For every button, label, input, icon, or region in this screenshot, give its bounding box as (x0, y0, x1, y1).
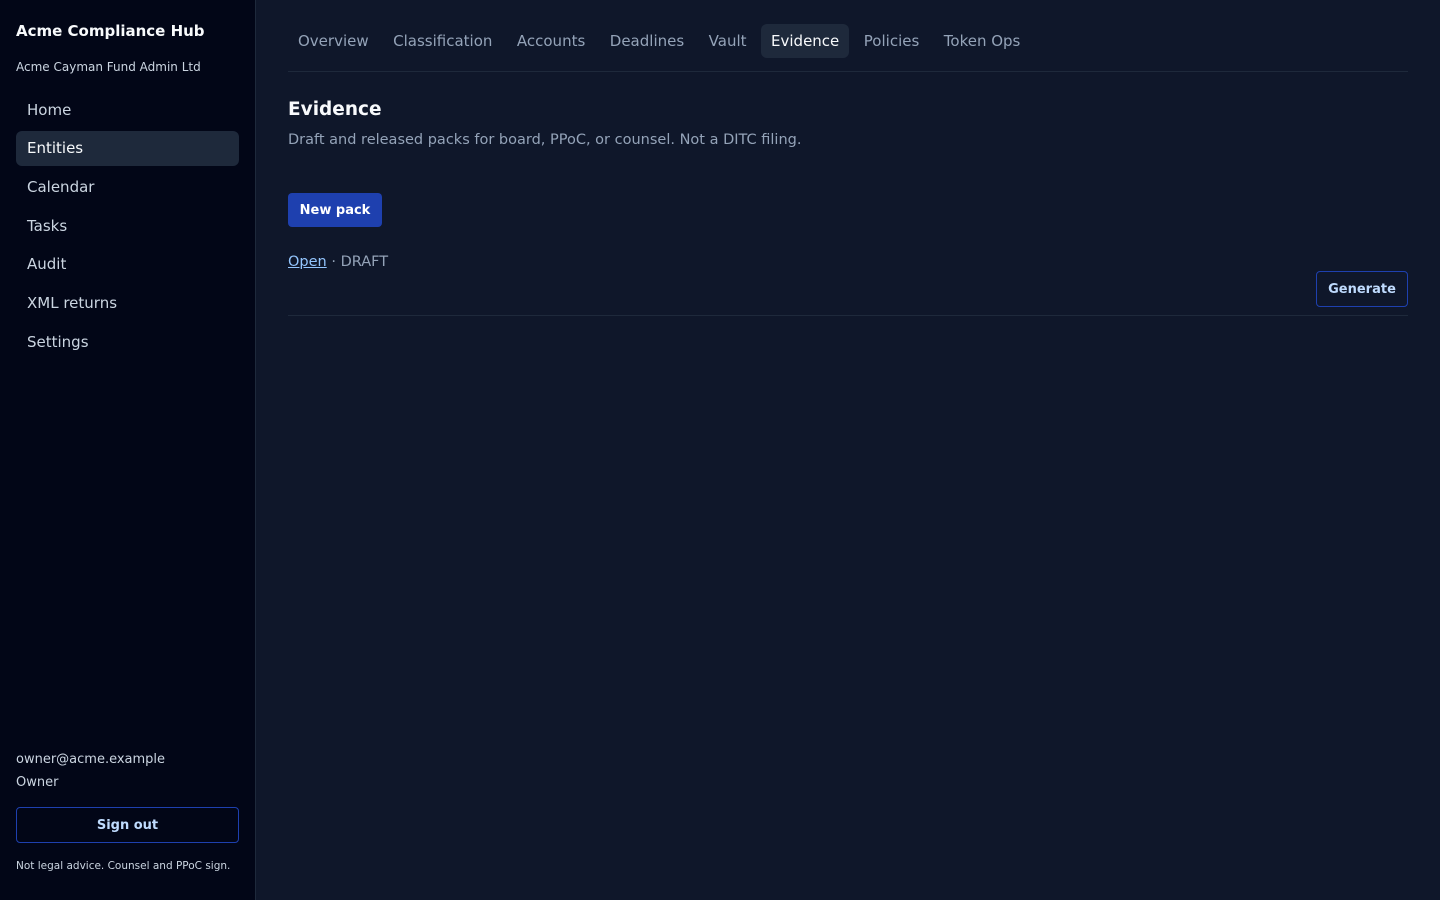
pack-separator: · (326, 254, 341, 270)
legal-disclaimer: Not legal advice. Counsel and PPoC sign. (16, 860, 231, 872)
org-name: Acme Cayman Fund Admin Ltd (16, 60, 201, 74)
sidebar-nav: Home Entities Calendar Tasks Audit XML r… (16, 92, 239, 363)
evidence-pack-row: Open · DRAFT Generate (288, 250, 1408, 316)
tab-vault[interactable]: Vault (699, 24, 757, 58)
tab-classification[interactable]: Classification (383, 24, 502, 58)
pack-meta: Open · DRAFT (288, 254, 388, 270)
generate-button[interactable]: Generate (1316, 271, 1408, 307)
tab-token-ops[interactable]: Token Ops (934, 24, 1031, 58)
open-pack-link[interactable]: Open (288, 254, 327, 270)
sidebar-item-home[interactable]: Home (16, 92, 239, 127)
pack-status: DRAFT (340, 254, 389, 270)
tab-policies[interactable]: Policies (854, 24, 929, 58)
tab-accounts[interactable]: Accounts (507, 24, 595, 58)
page-subtitle: Draft and released packs for board, PPoC… (288, 132, 802, 148)
sidebar-item-audit[interactable]: Audit (16, 247, 239, 282)
sidebar-item-tasks[interactable]: Tasks (16, 208, 239, 243)
tab-overview[interactable]: Overview (288, 24, 379, 58)
user-role: Owner (16, 775, 59, 790)
new-pack-button[interactable]: New pack (288, 193, 382, 227)
app-title: Acme Compliance Hub (16, 22, 205, 40)
tab-deadlines[interactable]: Deadlines (600, 24, 694, 58)
entity-tabs: Overview Classification Accounts Deadlin… (288, 24, 1408, 72)
sidebar-item-calendar[interactable]: Calendar (16, 169, 239, 204)
main-content: Overview Classification Accounts Deadlin… (288, 0, 1408, 900)
user-email: owner@acme.example (16, 752, 166, 767)
sidebar: Acme Compliance Hub Acme Cayman Fund Adm… (0, 0, 256, 900)
sign-out-button[interactable]: Sign out (16, 807, 239, 843)
tab-evidence[interactable]: Evidence (761, 24, 850, 58)
page-title: Evidence (288, 99, 382, 120)
sidebar-item-entities[interactable]: Entities (16, 130, 239, 166)
sidebar-item-xml-returns[interactable]: XML returns (16, 285, 239, 320)
sidebar-item-settings[interactable]: Settings (16, 324, 239, 359)
